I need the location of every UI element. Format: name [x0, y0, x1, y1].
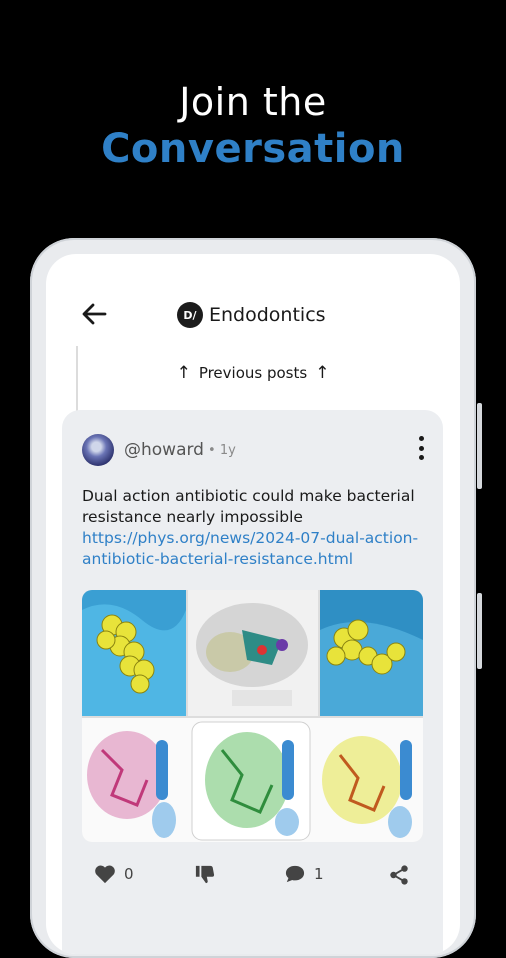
- arrow-up-icon: ↑: [176, 362, 191, 383]
- share-button[interactable]: [388, 864, 410, 886]
- post-text: Dual action antibiotic could make bacter…: [82, 487, 415, 526]
- kebab-menu-icon: [418, 436, 424, 441]
- like-button[interactable]: 0: [94, 864, 134, 884]
- post-card: @howard • 1y Dual action antibiotic coul…: [62, 410, 443, 954]
- arrow-up-icon: ↑: [315, 362, 330, 383]
- post-link[interactable]: https://phys.org/news/2024-07-dual-actio…: [82, 529, 418, 568]
- community-badge: D/: [177, 302, 203, 328]
- dislike-button[interactable]: [194, 864, 216, 884]
- thumbs-down-icon: [195, 865, 215, 884]
- previous-posts-label: Previous posts: [198, 364, 308, 382]
- kebab-menu-icon: [418, 455, 424, 460]
- previous-posts-button[interactable]: ↑ Previous posts ↑: [46, 364, 460, 382]
- app-bar: D/ Endodontics: [46, 294, 460, 338]
- post-author[interactable]: @howard: [124, 440, 204, 460]
- post-actions: 0 1: [62, 856, 443, 892]
- post-menu-button[interactable]: [417, 436, 425, 460]
- promo-line-2: Conversation: [101, 126, 405, 172]
- community-name: Endodontics: [209, 304, 326, 326]
- back-button[interactable]: [80, 300, 108, 328]
- app-screen: D/ Endodontics ↑ Previous posts ↑ @howar…: [46, 254, 460, 954]
- post-image[interactable]: [82, 590, 423, 842]
- post-meta: • 1y: [208, 443, 236, 458]
- molecule-image: [82, 590, 423, 842]
- promo-line-1: Join the: [179, 80, 327, 124]
- avatar[interactable]: [82, 434, 114, 466]
- comment-button[interactable]: 1: [284, 864, 324, 884]
- heart-icon: [95, 865, 115, 884]
- kebab-menu-icon: [418, 445, 424, 451]
- back-arrow-icon: [82, 303, 107, 325]
- comment-count: 1: [314, 865, 324, 883]
- share-icon: [390, 865, 408, 885]
- phone-side-button: [477, 403, 482, 489]
- phone-side-button: [477, 593, 482, 669]
- like-count: 0: [124, 865, 134, 883]
- comment-icon: [285, 865, 305, 883]
- post-age: 1y: [219, 443, 236, 458]
- phone-frame: D/ Endodontics ↑ Previous posts ↑ @howar…: [30, 238, 482, 958]
- post-body: Dual action antibiotic could make bacter…: [82, 486, 422, 570]
- community-title[interactable]: D/ Endodontics: [177, 300, 326, 330]
- meta-separator: •: [208, 443, 216, 458]
- promo-headline: Join the Conversation: [0, 80, 506, 174]
